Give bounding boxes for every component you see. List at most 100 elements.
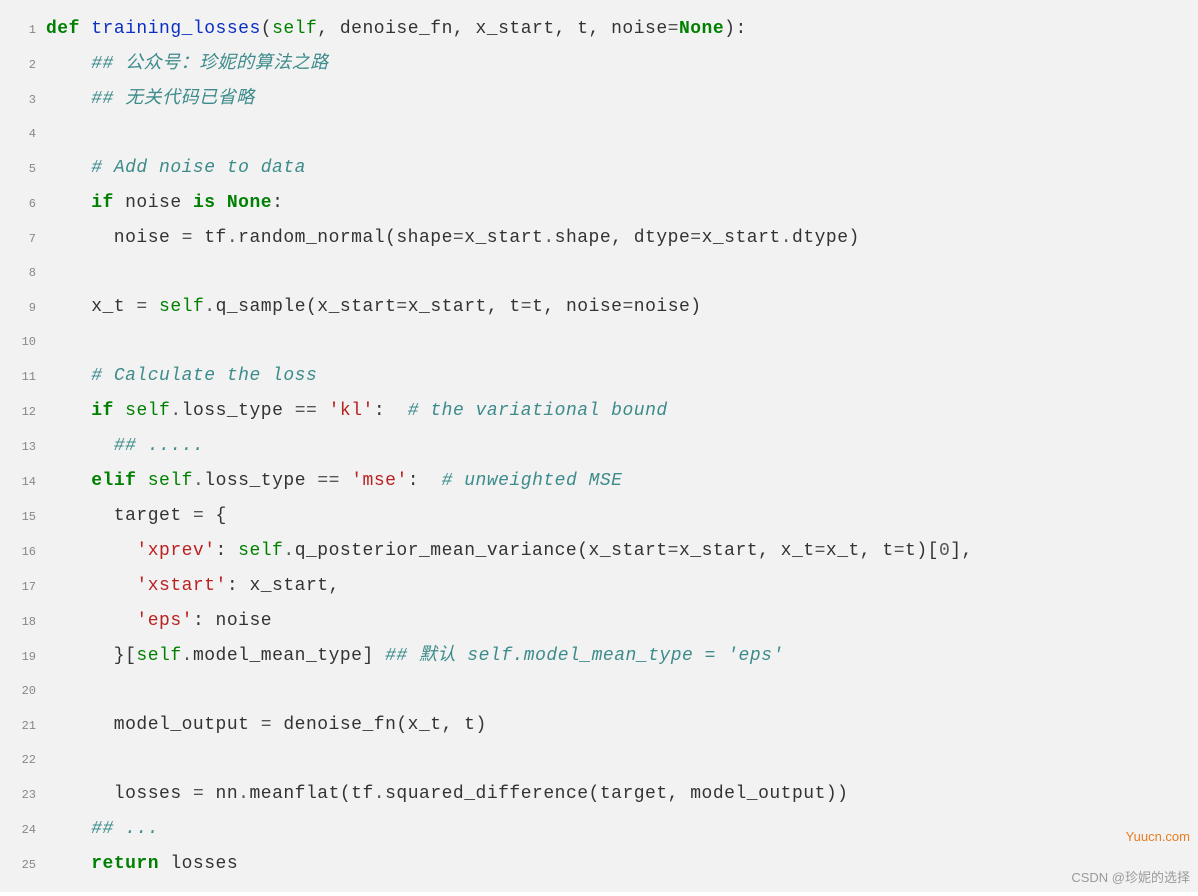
code-content: # Add noise to data <box>46 151 1198 185</box>
token: # Add noise to data <box>91 158 306 178</box>
code-content: ## 无关代码已省略 <box>46 82 1198 116</box>
code-line: 23 losses = nn.meanflat(tf.squared_diffe… <box>0 777 1198 812</box>
code-content: }[self.model_mean_type] ## 默认 self.model… <box>46 639 1198 673</box>
token <box>46 471 91 491</box>
token: = <box>668 541 679 561</box>
token: . <box>238 784 249 804</box>
token: return <box>91 854 159 874</box>
token: { <box>204 506 227 526</box>
token: . <box>374 784 385 804</box>
line-number: 12 <box>0 395 46 429</box>
line-number: 18 <box>0 605 46 639</box>
token: = <box>396 297 407 317</box>
token: tf <box>193 228 227 248</box>
code-line: 7 noise = tf.random_normal(shape=x_start… <box>0 221 1198 256</box>
code-content: ## ..... <box>46 429 1198 463</box>
token: 'eps' <box>136 611 193 631</box>
token <box>148 297 159 317</box>
token: = <box>193 506 204 526</box>
token: 'xprev' <box>136 541 215 561</box>
token <box>114 401 125 421</box>
watermark-site: Yuucn.com <box>1126 829 1190 844</box>
line-number: 15 <box>0 500 46 534</box>
token: 0 <box>939 541 950 561</box>
token: target <box>46 506 193 526</box>
line-number: 1 <box>0 13 46 47</box>
code-block: 1def training_losses(self, denoise_fn, x… <box>0 0 1198 892</box>
token <box>46 819 91 839</box>
token: self <box>125 401 170 421</box>
token: squared_difference(target, model_output)… <box>385 784 848 804</box>
token: training_losses <box>91 19 261 39</box>
code-line: 6 if noise is None: <box>0 186 1198 221</box>
token: x_start, x_t <box>679 541 815 561</box>
token: elif <box>91 471 136 491</box>
token: is <box>193 193 216 213</box>
token: loss_type <box>204 471 317 491</box>
token: }[ <box>46 646 136 666</box>
code-lines: 1def training_losses(self, denoise_fn, x… <box>0 12 1198 882</box>
token: = <box>894 541 905 561</box>
token <box>46 401 91 421</box>
token: noise <box>114 193 193 213</box>
token: == <box>295 401 318 421</box>
token <box>46 576 136 596</box>
token: ## 默认 self.model_mean_type = 'eps' <box>385 646 784 666</box>
code-content: if noise is None: <box>46 186 1198 220</box>
line-number: 7 <box>0 222 46 256</box>
token <box>340 471 351 491</box>
token: . <box>204 297 215 317</box>
token: = <box>453 228 464 248</box>
code-content: # Calculate the loss <box>46 359 1198 393</box>
token <box>46 89 91 109</box>
token: ## ..... <box>114 436 204 456</box>
code-line: 22 <box>0 743 1198 777</box>
line-number: 4 <box>0 117 46 151</box>
token: = <box>182 228 193 248</box>
code-content: x_t = self.q_sample(x_start=x_start, t=t… <box>46 290 1198 324</box>
line-number: 11 <box>0 360 46 394</box>
token: ## 公众号：珍妮的算法之路 <box>91 54 328 74</box>
code-line: 19 }[self.model_mean_type] ## 默认 self.mo… <box>0 639 1198 674</box>
line-number: 10 <box>0 325 46 359</box>
line-number: 19 <box>0 640 46 674</box>
token: ], <box>950 541 973 561</box>
token: denoise_fn(x_t, t) <box>272 715 487 735</box>
line-number: 16 <box>0 535 46 569</box>
token: x_start <box>702 228 781 248</box>
token: = <box>815 541 826 561</box>
code-line: 18 'eps': noise <box>0 604 1198 639</box>
token: noise <box>46 228 182 248</box>
token: = <box>668 19 679 39</box>
line-number: 8 <box>0 256 46 290</box>
token <box>46 54 91 74</box>
token <box>317 401 328 421</box>
code-content: ## ... <box>46 812 1198 846</box>
token: x_start <box>464 228 543 248</box>
line-number: 25 <box>0 848 46 882</box>
code-line: 13 ## ..... <box>0 429 1198 464</box>
token: , denoise_fn, x_start, t, noise <box>317 19 667 39</box>
token: dtype) <box>792 228 860 248</box>
token: self <box>272 19 317 39</box>
code-line: 14 elif self.loss_type == 'mse': # unwei… <box>0 464 1198 499</box>
token <box>46 611 136 631</box>
token: = <box>690 228 701 248</box>
token: self <box>159 297 204 317</box>
token: # the variational bound <box>408 401 668 421</box>
line-number: 5 <box>0 152 46 186</box>
code-line: 21 model_output = denoise_fn(x_t, t) <box>0 708 1198 743</box>
token: == <box>317 471 340 491</box>
token: . <box>170 401 181 421</box>
code-line: 4 <box>0 117 1198 151</box>
code-content: def training_losses(self, denoise_fn, x_… <box>46 12 1198 46</box>
token: = <box>521 297 532 317</box>
token: ( <box>261 19 272 39</box>
code-content: 'xstart': x_start, <box>46 569 1198 603</box>
token: : <box>216 541 239 561</box>
code-content: 'xprev': self.q_posterior_mean_variance(… <box>46 534 1198 568</box>
code-line: 10 <box>0 325 1198 359</box>
token: meanflat(tf <box>249 784 373 804</box>
code-line: 24 ## ... <box>0 812 1198 847</box>
code-line: 8 <box>0 256 1198 290</box>
